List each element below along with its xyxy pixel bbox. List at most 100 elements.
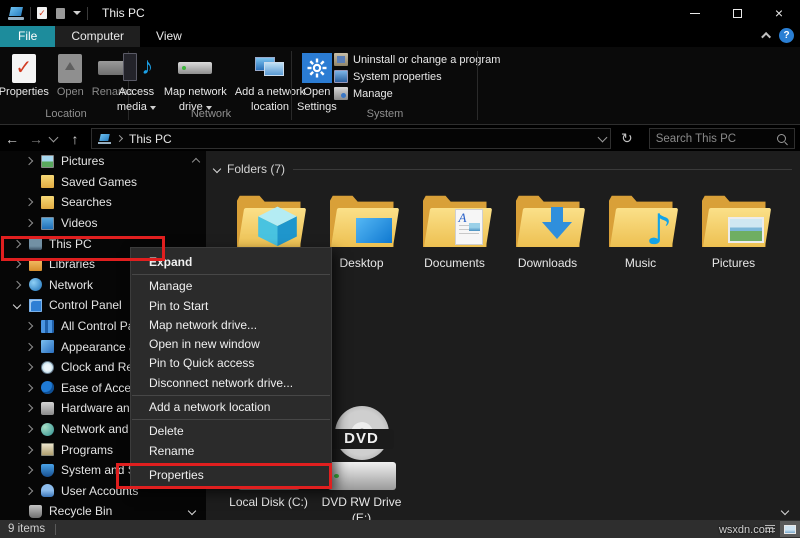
close-button[interactable]: ×	[758, 0, 800, 26]
menu-item-pin-to-quick-access[interactable]: Pin to Quick access	[131, 354, 331, 373]
close-icon: ×	[775, 6, 783, 20]
refresh-icon[interactable]: ↻	[621, 130, 633, 147]
recycle-bin-icon	[29, 505, 42, 518]
open-button[interactable]: Open	[54, 51, 87, 100]
appearance-icon	[41, 340, 54, 353]
chevron-right-icon[interactable]	[25, 487, 33, 495]
help-icon[interactable]: ?	[779, 28, 794, 43]
folder-tile-downloads[interactable]: Downloads	[501, 185, 594, 272]
menu-item-disconnect-network-drive[interactable]: Disconnect network drive...	[131, 374, 331, 393]
address-bar[interactable]: This PC	[91, 128, 611, 149]
chevron-right-icon[interactable]	[13, 281, 21, 289]
properties-icon: ✓	[12, 54, 36, 83]
menu-separator	[132, 274, 330, 275]
collapse-group-icon[interactable]	[213, 165, 221, 173]
minimize-button[interactable]	[674, 0, 716, 26]
ribbon-group-network: ♪ Access media Map network drive Add a n…	[131, 47, 291, 124]
network-internet-icon	[41, 423, 54, 436]
chevron-right-icon[interactable]	[25, 322, 33, 330]
sidebar-scroll-up[interactable]	[193, 159, 199, 165]
tab-computer[interactable]: Computer	[55, 26, 140, 47]
titlebar-divider	[87, 7, 88, 20]
manage-button[interactable]: Manage	[334, 87, 500, 100]
qat-newfolder-icon[interactable]	[56, 8, 65, 19]
folder-tile-pictures[interactable]: Pictures	[687, 185, 780, 272]
folder-tile-music[interactable]: ♪ Music	[594, 185, 687, 272]
context-menu: Expand Manage Pin to Start Map network d…	[130, 247, 332, 488]
chevron-right-icon[interactable]	[25, 342, 33, 350]
group-label-system: System	[294, 108, 476, 120]
menu-item-pin-to-start[interactable]: Pin to Start	[131, 297, 331, 316]
main-scroll-down[interactable]	[782, 508, 788, 514]
back-button[interactable]: ←	[0, 131, 24, 147]
open-settings-button[interactable]: Open Settings	[294, 51, 340, 115]
chevron-right-icon[interactable]	[25, 466, 33, 474]
sidebar-item-searches[interactable]: Searches	[0, 192, 206, 213]
searches-folder-icon	[41, 196, 54, 209]
control-panel-icon	[29, 299, 42, 312]
recent-locations-caret-icon[interactable]	[49, 133, 59, 143]
annotation-box-this-pc	[1, 236, 165, 261]
properties-button[interactable]: ✓ Properties	[0, 51, 52, 100]
menu-item-open-in-new-window[interactable]: Open in new window	[131, 335, 331, 354]
folders-group-header[interactable]: Folders (7)	[214, 162, 792, 176]
folder-tile-documents[interactable]: A Documents	[408, 185, 501, 272]
chevron-right-icon[interactable]	[25, 404, 33, 412]
maximize-button[interactable]	[716, 0, 758, 26]
qat-customize-caret-icon[interactable]	[73, 11, 81, 15]
uninstall-program-button[interactable]: Uninstall or change a program	[334, 53, 500, 66]
desktop-screen-icon	[356, 218, 392, 243]
chevron-right-icon[interactable]	[13, 260, 21, 268]
3d-cube-icon	[257, 205, 299, 247]
saved-games-folder-icon	[41, 175, 54, 188]
breadcrumb-location[interactable]: This PC	[129, 132, 172, 146]
chevron-right-icon[interactable]	[25, 157, 33, 165]
watermark: wsxdn.com	[719, 524, 774, 536]
ribbon-tab-bar: File Computer View	[0, 26, 800, 47]
chevron-right-icon[interactable]	[25, 219, 33, 227]
chevron-down-icon[interactable]	[13, 301, 21, 309]
settings-gear-icon	[302, 53, 332, 83]
sidebar-scroll-down[interactable]	[189, 508, 195, 514]
tab-file[interactable]: File	[0, 26, 55, 47]
up-button[interactable]: ↑	[63, 131, 87, 147]
menu-item-manage[interactable]: Manage	[131, 277, 331, 296]
sidebar-item-saved-games[interactable]: Saved Games	[0, 172, 206, 193]
group-label-network: Network	[131, 108, 291, 120]
system-properties-button[interactable]: System properties	[334, 70, 500, 83]
music-note-icon: ♪	[646, 209, 673, 251]
map-network-drive-button[interactable]: Map network drive	[161, 51, 230, 115]
search-icon[interactable]	[776, 133, 788, 145]
programs-icon	[41, 443, 54, 456]
system-properties-icon	[334, 70, 348, 83]
this-pc-icon	[98, 134, 111, 144]
videos-icon	[41, 217, 54, 230]
menu-item-rename[interactable]: Rename	[131, 442, 331, 461]
sidebar-item-pictures[interactable]: Pictures	[0, 151, 206, 172]
breadcrumb-chevron-icon[interactable]	[116, 135, 123, 142]
maximize-icon	[733, 9, 742, 18]
clock-region-icon	[41, 361, 54, 374]
thumbnail-view-button[interactable]	[780, 521, 800, 537]
menu-item-add-network-location[interactable]: Add a network location	[131, 398, 331, 417]
status-divider	[55, 524, 56, 535]
hardware-icon	[41, 402, 54, 415]
access-media-button[interactable]: ♪ Access media	[114, 51, 159, 115]
chevron-right-icon[interactable]	[25, 363, 33, 371]
forward-button[interactable]: →	[24, 131, 48, 147]
chevron-right-icon[interactable]	[25, 445, 33, 453]
address-dropdown-icon[interactable]	[598, 132, 608, 142]
chevron-right-icon[interactable]	[25, 198, 33, 206]
ribbon-group-system: Open Settings Uninstall or change a prog…	[294, 47, 476, 124]
qat-properties-icon[interactable]: ✓	[37, 7, 47, 19]
sidebar-item-videos[interactable]: Videos	[0, 213, 206, 234]
tab-view[interactable]: View	[140, 26, 198, 47]
chevron-right-icon[interactable]	[25, 425, 33, 433]
menu-item-delete[interactable]: Delete	[131, 422, 331, 441]
search-input[interactable]	[656, 133, 768, 145]
chevron-right-icon[interactable]	[25, 384, 33, 392]
sidebar-item-recycle-bin[interactable]: Recycle Bin	[0, 501, 206, 520]
picture-icon	[728, 217, 764, 243]
menu-item-map-network-drive[interactable]: Map network drive...	[131, 316, 331, 335]
search-box[interactable]	[649, 128, 795, 149]
